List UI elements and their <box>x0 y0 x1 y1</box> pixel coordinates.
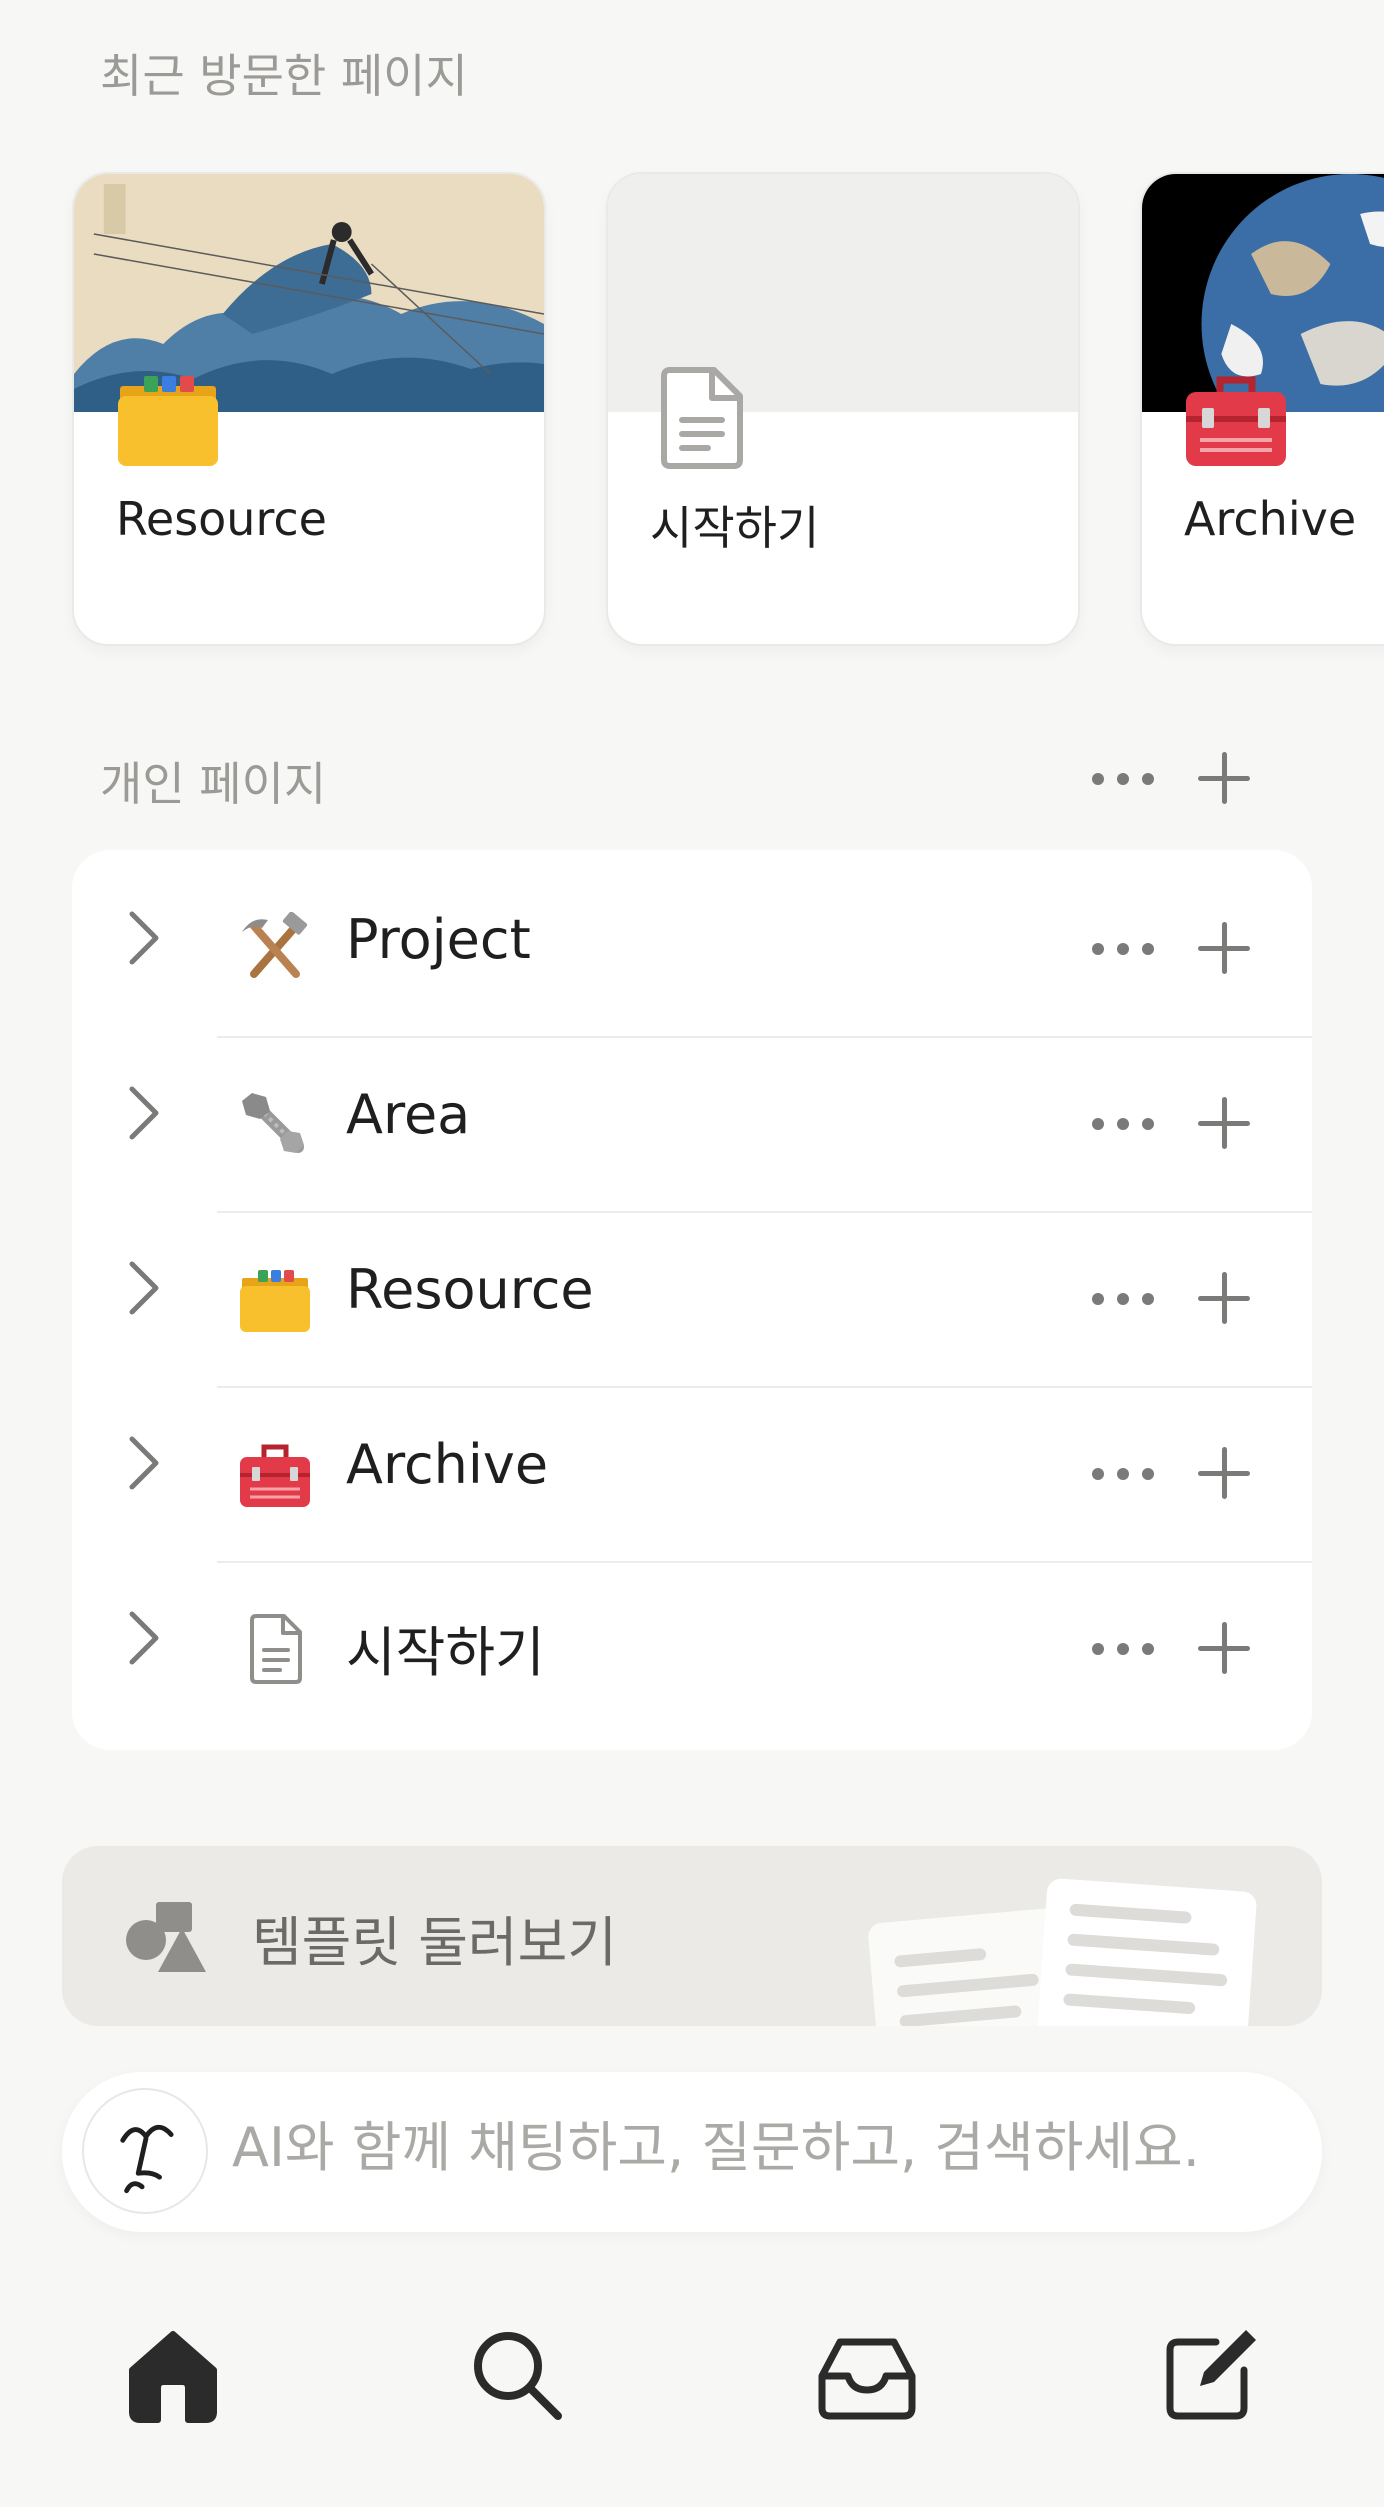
page-add-button[interactable] <box>1196 1620 1252 1676</box>
ai-chat-bar[interactable] <box>62 2072 1322 2232</box>
template-documents-illustration <box>868 1878 1257 2026</box>
document-icon <box>661 367 743 469</box>
page-label: Resource <box>346 1258 594 1321</box>
page-add-button[interactable] <box>1196 1445 1252 1501</box>
toolbox-icon <box>1186 376 1286 466</box>
page-row-getting-started[interactable]: 시작하기 <box>72 1550 1312 1725</box>
recent-card-label: Archive <box>1184 492 1357 546</box>
personal-more-button[interactable] <box>1088 752 1158 802</box>
personal-pages-list: Project Area Resource Archive 시작하기 <box>72 850 1312 1750</box>
page-label: 시작하기 <box>346 1621 545 1684</box>
page-row-resource[interactable]: Resource <box>72 1200 1312 1375</box>
page-more-button[interactable] <box>1088 1272 1158 1322</box>
inbox-icon[interactable] <box>812 2320 922 2430</box>
toolbox-icon <box>240 1444 310 1507</box>
shapes-icon <box>126 1902 206 1972</box>
chevron-right-icon[interactable] <box>124 910 164 966</box>
ai-face-icon[interactable] <box>82 2088 208 2214</box>
recent-card-getting-started[interactable]: 시작하기 <box>606 172 1080 646</box>
personal-add-button[interactable] <box>1196 750 1252 806</box>
nut-bolt-icon <box>242 1093 304 1153</box>
chevron-right-icon[interactable] <box>124 1085 164 1141</box>
recent-pages-title: 최근 방문한 페이지 <box>100 49 468 103</box>
page-row-project[interactable]: Project <box>72 850 1312 1025</box>
page-more-button[interactable] <box>1088 1097 1158 1147</box>
page-add-button[interactable] <box>1196 1095 1252 1151</box>
document-icon <box>250 1614 302 1684</box>
bottom-tab-bar <box>0 2290 1384 2490</box>
ai-chat-input[interactable] <box>232 2112 1292 2182</box>
page-row-area[interactable]: Area <box>72 1025 1312 1200</box>
page-label: Archive <box>346 1433 549 1496</box>
home-icon[interactable] <box>118 2320 228 2430</box>
page-more-button[interactable] <box>1088 1447 1158 1497</box>
browse-templates-banner[interactable]: 템플릿 둘러보기 <box>62 1846 1322 2026</box>
page-add-button[interactable] <box>1196 1270 1252 1326</box>
page-add-button[interactable] <box>1196 920 1252 976</box>
compose-icon[interactable] <box>1156 2320 1266 2430</box>
search-icon[interactable] <box>462 2320 572 2430</box>
recent-card-label: 시작하기 <box>650 501 820 555</box>
personal-pages-title: 개인 페이지 <box>100 757 327 811</box>
recent-card-label: Resource <box>116 492 327 546</box>
page-label: Project <box>346 908 531 971</box>
recent-pages-carousel[interactable]: Resource 시작하기 Archive <box>0 170 1384 660</box>
page-more-button[interactable] <box>1088 1622 1158 1672</box>
page-label: Area <box>346 1083 471 1146</box>
page-row-archive[interactable]: Archive <box>72 1375 1312 1550</box>
hammer-pick-icon <box>242 912 308 978</box>
folder-icon <box>118 376 218 466</box>
page-more-button[interactable] <box>1088 922 1158 972</box>
chevron-right-icon[interactable] <box>124 1435 164 1491</box>
recent-card-resource[interactable]: Resource <box>72 172 546 646</box>
folder-icon <box>240 1270 310 1332</box>
recent-card-archive[interactable]: Archive <box>1140 172 1384 646</box>
chevron-right-icon[interactable] <box>124 1260 164 1316</box>
chevron-right-icon[interactable] <box>124 1610 164 1666</box>
browse-templates-label: 템플릿 둘러보기 <box>252 1911 617 1974</box>
